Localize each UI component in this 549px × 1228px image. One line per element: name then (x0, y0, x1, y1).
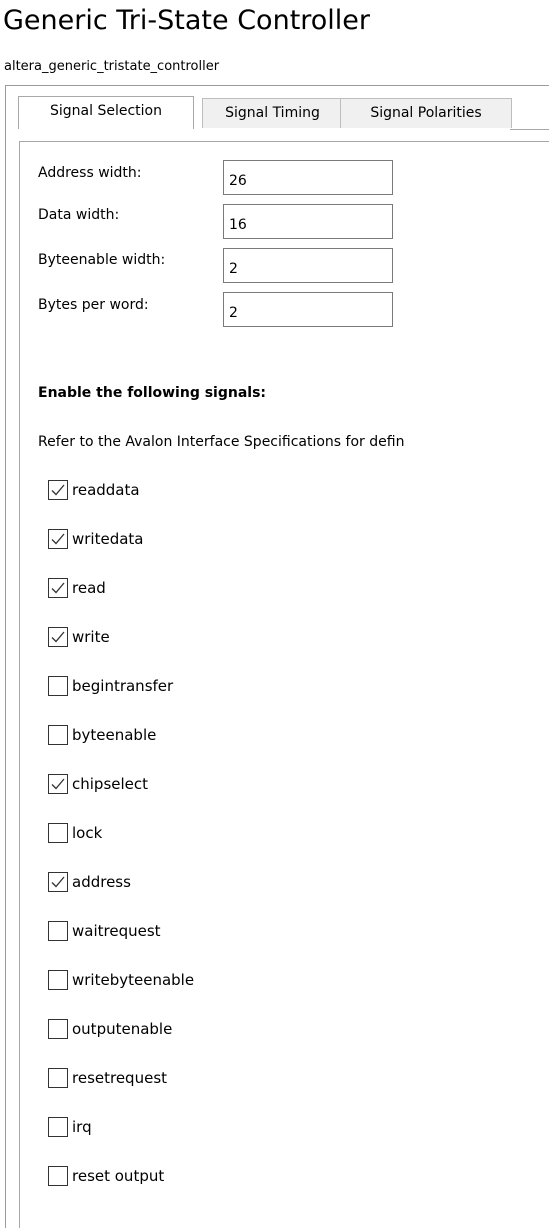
bytes-per-word-label: Bytes per word: (38, 297, 149, 313)
page-title: Generic Tri-State Controller (3, 5, 371, 36)
data-width-input[interactable] (223, 204, 393, 239)
read-label: read (72, 579, 106, 597)
checkmark-icon (51, 582, 65, 594)
tab-signal-polarities[interactable]: Signal Polarities (340, 98, 512, 128)
address-label: address (72, 873, 131, 891)
checkmark-icon (51, 631, 65, 643)
waitrequest-checkbox[interactable] (48, 921, 68, 941)
bytes-per-word-input[interactable] (223, 292, 393, 327)
tab-signal-timing[interactable]: Signal Timing (202, 98, 343, 128)
lock-checkbox[interactable] (48, 823, 68, 843)
checkmark-icon (51, 778, 65, 790)
begintransfer-label: begintransfer (72, 677, 174, 695)
outputenable-label: outputenable (72, 1020, 173, 1038)
signals-reference-text: Refer to the Avalon Interface Specificat… (38, 434, 405, 450)
signals-heading: Enable the following signals: (38, 385, 267, 401)
write-label: write (72, 628, 110, 646)
resetrequest-label: resetrequest (72, 1069, 168, 1087)
byteenable-label: byteenable (72, 726, 157, 744)
readdata-label: readdata (72, 481, 140, 499)
resetrequest-checkbox[interactable] (48, 1068, 68, 1088)
chipselect-checkbox[interactable] (48, 774, 68, 794)
begintransfer-checkbox[interactable] (48, 676, 68, 696)
writebyteenable-label: writebyteenable (72, 971, 195, 989)
irq-label: irq (72, 1118, 92, 1136)
checkmark-icon (51, 533, 65, 545)
address-width-label: Address width: (38, 165, 142, 181)
read-checkbox[interactable] (48, 578, 68, 598)
checkmark-icon (51, 484, 65, 496)
irq-checkbox[interactable] (48, 1117, 68, 1137)
address-checkbox[interactable] (48, 872, 68, 892)
writedata-label: writedata (72, 530, 144, 548)
reset-output-label: reset output (72, 1167, 165, 1185)
writedata-checkbox[interactable] (48, 529, 68, 549)
readdata-checkbox[interactable] (48, 480, 68, 500)
tab-strip-divider (510, 129, 549, 130)
component-identifier: altera_generic_tristate_controller (4, 59, 220, 74)
data-width-label: Data width: (38, 207, 120, 223)
outputenable-checkbox[interactable] (48, 1019, 68, 1039)
reset-output-checkbox[interactable] (48, 1166, 68, 1186)
byteenable-checkbox[interactable] (48, 725, 68, 745)
byteenable-width-label: Byteenable width: (38, 252, 166, 268)
lock-label: lock (72, 824, 103, 842)
tab-signal-selection[interactable]: Signal Selection (18, 96, 194, 129)
chipselect-label: chipselect (72, 775, 149, 793)
writebyteenable-checkbox[interactable] (48, 970, 68, 990)
waitrequest-label: waitrequest (72, 922, 161, 940)
write-checkbox[interactable] (48, 627, 68, 647)
byteenable-width-input[interactable] (223, 248, 393, 283)
address-width-input[interactable] (223, 160, 393, 195)
checkmark-icon (51, 876, 65, 888)
component-editor: Generic Tri-State Controller altera_gene… (0, 0, 549, 1228)
